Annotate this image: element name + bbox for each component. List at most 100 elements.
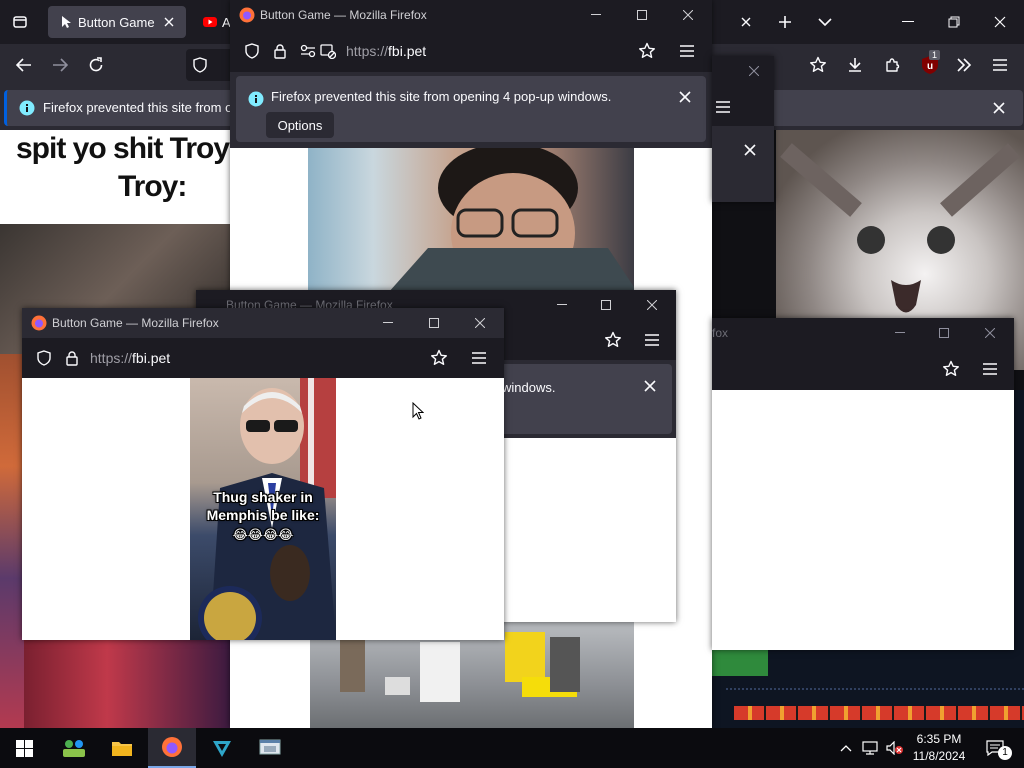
tracking-shield-icon[interactable] [242, 41, 262, 61]
url-bar[interactable] [186, 49, 236, 81]
minimize-icon[interactable] [552, 296, 572, 314]
minimize-icon[interactable] [890, 324, 910, 342]
background-colorful-image [0, 354, 24, 728]
bookmark-star-icon[interactable] [602, 329, 624, 351]
show-hidden-icons-chevron-up-icon[interactable] [836, 738, 856, 758]
tab-youtube[interactable]: A [192, 6, 232, 38]
game-area [712, 650, 1024, 728]
tab-overview-icon[interactable] [8, 10, 32, 34]
maximize-icon[interactable] [424, 314, 444, 332]
cursor-favicon-icon [58, 14, 74, 30]
bookmark-star-icon[interactable] [636, 40, 658, 62]
extension-badge: 1 [929, 50, 941, 60]
network-icon[interactable] [860, 738, 880, 758]
bookmark-star-icon[interactable] [806, 53, 830, 77]
vpn-app-icon[interactable] [198, 728, 246, 768]
svg-text:u: u [927, 61, 933, 72]
firefox-logo-icon [238, 6, 256, 24]
reload-icon[interactable] [84, 53, 108, 77]
notification-text: windows. [502, 380, 556, 395]
info-icon [19, 100, 35, 116]
hamburger-menu-icon[interactable] [641, 329, 663, 351]
lock-icon[interactable] [270, 41, 290, 61]
bookmark-star-icon[interactable] [428, 347, 450, 369]
close-notification-icon[interactable] [989, 98, 1009, 118]
close-notification-icon[interactable] [676, 88, 694, 106]
ublock-origin-icon[interactable]: u 1 [917, 50, 943, 78]
restore-icon[interactable] [942, 11, 966, 33]
windows-start-icon[interactable] [0, 728, 48, 768]
popup-title: Button Game — Mozilla Firefox [260, 8, 427, 22]
new-tab-plus-icon[interactable] [774, 11, 796, 33]
downloads-icon[interactable] [843, 53, 867, 77]
youtube-favicon-icon [202, 15, 218, 29]
volume-muted-icon[interactable] [884, 738, 906, 758]
tab-close-icon[interactable] [736, 12, 756, 32]
close-window-icon[interactable] [988, 11, 1012, 33]
tracking-shield-icon[interactable] [192, 57, 208, 73]
notification-text: Firefox prevented this site from opening… [271, 89, 612, 104]
close-window-icon[interactable] [470, 314, 490, 332]
green-block [712, 650, 768, 676]
maximize-icon[interactable] [934, 324, 954, 342]
popup-url[interactable]: https://fbi.pet [90, 350, 170, 366]
notification-text: Firefox prevented this site from oper [43, 100, 252, 115]
windows-taskbar: 6:35 PM 11/8/2024 1 [0, 728, 1024, 768]
extensions-puzzle-icon[interactable] [880, 53, 904, 77]
back-arrow-icon[interactable] [12, 53, 36, 77]
bookmark-star-icon[interactable] [940, 358, 962, 380]
minimize-icon[interactable] [378, 314, 398, 332]
people-app-icon[interactable] [50, 728, 98, 768]
firefox-taskbar-icon[interactable] [148, 728, 196, 768]
permissions-icon[interactable] [298, 41, 318, 61]
tab-close-icon[interactable] [160, 13, 178, 31]
list-all-tabs-chevron-down-icon[interactable] [814, 11, 836, 33]
close-window-icon[interactable] [642, 296, 662, 314]
mouse-cursor-icon [410, 400, 426, 422]
lock-icon[interactable] [62, 348, 82, 368]
clock-date: 11/8/2024 [912, 749, 966, 763]
minimize-icon[interactable] [586, 6, 606, 24]
meme-caption-emoji: 😂😂😂😂 [232, 527, 294, 542]
popup-window-right: fox [712, 318, 1014, 650]
popup-url[interactable]: https://fbi.pet [346, 43, 426, 59]
hamburger-menu-icon[interactable] [988, 53, 1012, 77]
meme-caption-line-1: Thug shaker in [213, 489, 313, 505]
forward-arrow-icon[interactable] [48, 53, 72, 77]
file-explorer-icon[interactable] [98, 728, 146, 768]
hamburger-menu-icon[interactable] [979, 358, 1001, 380]
popup-title: fox [712, 326, 729, 340]
tab-button-game[interactable]: Button Game [48, 6, 186, 38]
hamburger-menu-icon[interactable] [676, 40, 698, 62]
system-clock[interactable]: 6:35 PM 11/8/2024 [906, 731, 972, 765]
maximize-icon[interactable] [596, 296, 616, 314]
window-app-icon[interactable] [246, 728, 294, 768]
meme-line-1: spit yo shit Troy [16, 132, 230, 165]
notification-box: Firefox prevented this site from opening… [236, 76, 706, 142]
game-button-row[interactable] [734, 706, 1024, 720]
minimize-icon[interactable] [896, 11, 920, 33]
popup-title: Button Game — Mozilla Firefox [52, 316, 219, 330]
tracking-shield-icon[interactable] [34, 348, 54, 368]
meme-video[interactable]: Thug shaker in Memphis be like: 😂😂😂😂 [190, 378, 336, 640]
background-red-image [24, 638, 232, 728]
popup-title-bar: Button Game — Mozilla Firefox [230, 0, 712, 30]
close-window-icon[interactable] [980, 324, 1000, 342]
hamburger-menu-icon[interactable] [468, 347, 490, 369]
meme-text-panel: spit yo shit Troy Troy: [0, 130, 232, 224]
action-center-icon[interactable]: 1 [978, 734, 1012, 762]
close-notification-icon[interactable] [640, 376, 660, 396]
popup-blocked-icon[interactable] [318, 41, 338, 61]
popup-window-hidden [712, 56, 774, 202]
tab-title: Button Game [78, 15, 155, 30]
maximize-icon[interactable] [632, 6, 652, 24]
close-window-icon[interactable] [744, 62, 764, 80]
close-notification-icon[interactable] [740, 140, 760, 160]
overflow-chevrons-icon[interactable] [952, 53, 976, 77]
close-window-icon[interactable] [678, 6, 698, 24]
notification-count-badge: 1 [998, 746, 1012, 760]
hamburger-menu-icon[interactable] [712, 96, 734, 118]
popup-notification-bar: Firefox prevented this site from opening… [230, 72, 712, 148]
firefox-logo-icon [30, 314, 48, 332]
options-button[interactable]: Options [266, 112, 334, 138]
